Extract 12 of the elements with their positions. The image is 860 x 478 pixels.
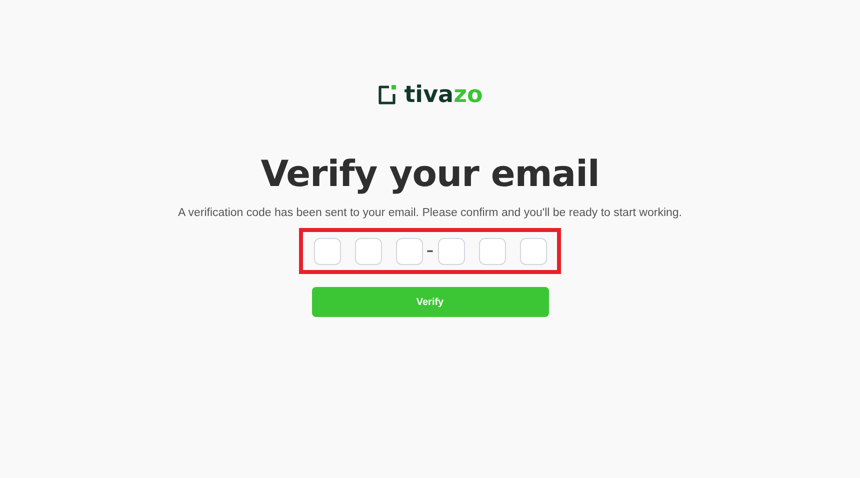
- code-digit-field[interactable]: [520, 238, 546, 264]
- instruction-text: A verification code has been sent to your email. Please confirm and you'll be ready to start working.: [178, 207, 682, 219]
- code-digit-field[interactable]: [354, 238, 382, 264]
- logo-icon: [377, 84, 398, 106]
- code-digit-field[interactable]: [314, 238, 340, 264]
- code-digit-field[interactable]: [396, 238, 422, 264]
- dash-separator: –: [426, 243, 434, 259]
- verify-button[interactable]: Verify: [312, 287, 548, 317]
- code-digit-field[interactable]: [438, 238, 464, 264]
- logo-wordmark: tivazo: [404, 82, 483, 108]
- code-digit-field[interactable]: [478, 238, 506, 264]
- page-title: Verify your email: [260, 154, 600, 195]
